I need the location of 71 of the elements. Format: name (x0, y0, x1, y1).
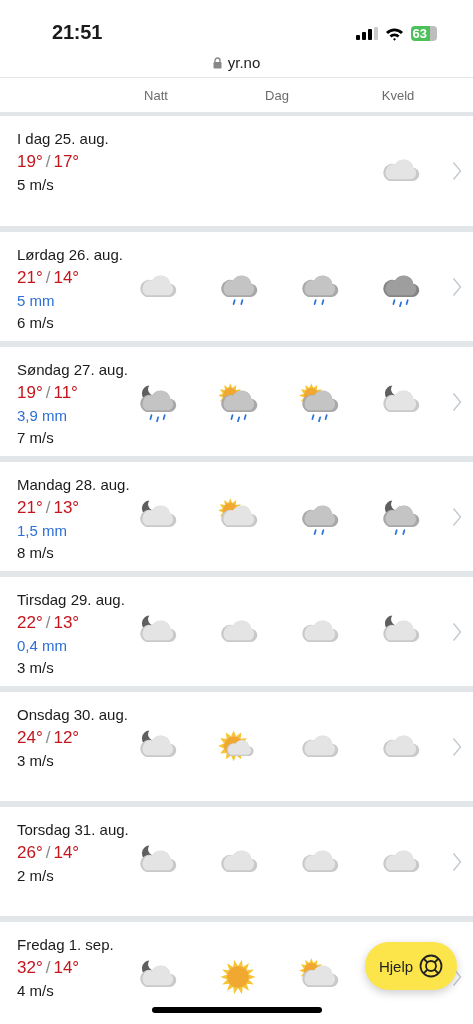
chevron-right-icon (452, 736, 462, 757)
column-header: Dag (264, 87, 290, 103)
max-temperature: 19° (17, 152, 43, 171)
max-temperature: 24° (17, 728, 43, 747)
day-row[interactable]: I dag 25. aug. 19° / 17° 5 m/s (0, 116, 473, 232)
day-date: Lørdag 26. aug. (17, 245, 123, 265)
column-header: Kveld (380, 87, 416, 103)
min-temperature: 13° (53, 613, 80, 632)
day-row[interactable]: Lørdag 26. aug. 21° / 14° 5 mm 6 m/s (0, 232, 473, 347)
chevron-right-icon (452, 391, 462, 412)
min-temperature: 13° (53, 498, 80, 517)
precipitation-amount: 1,5 mm (17, 521, 68, 541)
wind-speed: 3 m/s (17, 751, 55, 771)
chevron-right-icon (452, 506, 462, 527)
min-temperature: 14° (53, 843, 80, 862)
day-date: Søndag 27. aug. (17, 360, 128, 380)
wind-speed: 5 m/s (17, 175, 55, 195)
wifi-icon (384, 26, 404, 41)
temperature-separator: / (45, 498, 51, 517)
day-date: I dag 25. aug. (17, 129, 109, 149)
day-row[interactable]: Mandag 28. aug. 21° / 13° 1,5 mm 8 m/s (0, 462, 473, 577)
temperature-separator: / (45, 728, 51, 747)
min-temperature: 14° (53, 268, 80, 287)
min-temperature: 14° (53, 958, 80, 977)
wind-speed: 3 m/s (17, 658, 55, 678)
precipitation-amount: 0,4 mm (17, 636, 68, 656)
day-row[interactable]: Onsdag 30. aug. 24° / 12° 3 m/s (0, 692, 473, 807)
lock-icon (212, 56, 222, 69)
temperature-separator: / (45, 843, 51, 862)
max-temperature: 32° (17, 958, 43, 977)
min-temperature: 12° (53, 728, 80, 747)
chevron-right-icon (452, 621, 462, 642)
signal-icon (355, 27, 378, 40)
chevron-right-icon (452, 161, 462, 181)
temperature-separator: / (45, 268, 51, 287)
day-date: Onsdag 30. aug. (17, 705, 128, 725)
precipitation-amount: 5 mm (17, 291, 56, 311)
max-temperature: 19° (17, 383, 43, 402)
wind-speed: 6 m/s (17, 313, 55, 333)
min-temperature: 17° (53, 152, 80, 171)
max-temperature: 21° (17, 498, 43, 517)
url-text[interactable]: yr.no (227, 54, 261, 71)
day-row[interactable]: Torsdag 31. aug. 26° / 14° 2 m/s (0, 807, 473, 922)
max-temperature: 21° (17, 268, 43, 287)
day-date: Mandag 28. aug. (17, 475, 130, 495)
lifebuoy-icon (419, 954, 444, 978)
battery-level: 63 (410, 26, 437, 41)
sun-rain-cloud-icon (296, 381, 341, 422)
max-temperature: 22° (17, 613, 43, 632)
sun-rain-cloud-icon (215, 381, 260, 422)
wind-speed: 4 m/s (17, 981, 55, 1001)
temperature-separator: / (45, 958, 51, 977)
precipitation-amount: 3,9 mm (17, 406, 68, 426)
help-button[interactable]: Hjelp (365, 942, 457, 990)
day-date: Tirsdag 29. aug. (17, 590, 125, 610)
min-temperature: 11° (53, 383, 78, 402)
day-date: Fredag 1. sep. (17, 935, 114, 955)
chevron-right-icon (452, 851, 462, 872)
chevron-right-icon (452, 276, 462, 297)
wind-speed: 8 m/s (17, 543, 55, 563)
wind-speed: 2 m/s (17, 866, 55, 886)
temperature-separator: / (45, 383, 51, 402)
day-row[interactable]: Tirsdag 29. aug. 22° / 13° 0,4 mm 3 m/s (0, 577, 473, 692)
wind-speed: 7 m/s (17, 428, 55, 448)
temperature-separator: / (45, 152, 51, 171)
day-date: Torsdag 31. aug. (17, 820, 129, 840)
max-temperature: 26° (17, 843, 43, 862)
day-row[interactable]: Søndag 27. aug. 19° / 11° 3,9 mm 7 m/s (0, 347, 473, 462)
clock-time: 21:51 (52, 21, 103, 44)
temperature-separator: / (45, 613, 51, 632)
column-header: Natt (143, 87, 169, 103)
